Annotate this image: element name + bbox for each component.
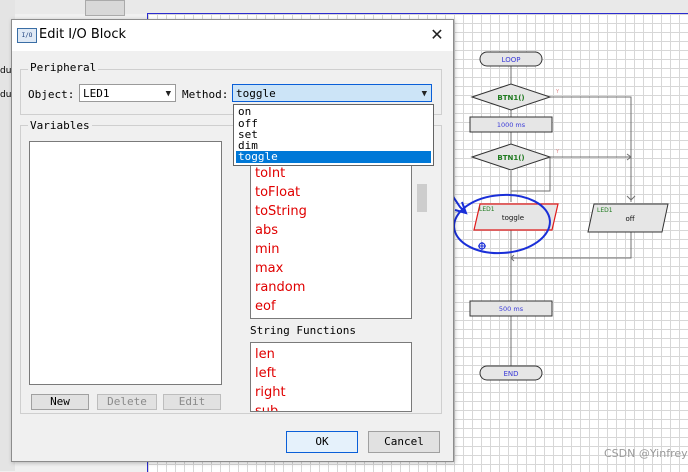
ok-button[interactable]: OK (286, 431, 358, 453)
combo-arrow-icon: ▼ (421, 89, 427, 99)
string-functions-list[interactable]: len left right sub (250, 342, 412, 412)
variables-list[interactable] (29, 141, 222, 385)
io-led1-off-device: LED1 (597, 207, 613, 214)
string-function-item[interactable]: sub (255, 404, 278, 411)
object-select-value: LED1 (83, 87, 110, 100)
decision-btn1-a-label: BTN1() (497, 94, 524, 102)
combo-arrow-icon: ▼ (165, 89, 171, 99)
cancel-button[interactable]: Cancel (368, 431, 440, 453)
method-dropdown-list[interactable]: on off set dim toggle (233, 104, 434, 166)
method-option-selected[interactable]: toggle (236, 151, 431, 163)
dialog-title: Edit I/O Block (39, 27, 127, 42)
string-function-item[interactable]: len (255, 347, 275, 362)
edit-io-dialog: I/O Edit I/O Block ✕ Peripheral Object: … (11, 19, 454, 462)
dialog-app-icon: I/O (17, 28, 37, 43)
background-tab[interactable] (85, 0, 125, 16)
method-select[interactable]: toggle ▼ (232, 84, 432, 102)
function-item[interactable]: eof (255, 299, 276, 314)
title-bar[interactable]: I/O Edit I/O Block ✕ (12, 20, 453, 51)
delay-500-label: 500 ms (499, 305, 524, 313)
peripheral-group-title: Peripheral (28, 61, 99, 74)
loop-label: LOOP (502, 56, 521, 64)
function-item[interactable]: min (255, 242, 280, 257)
io-led1-toggle-action: toggle (502, 214, 524, 222)
connector-if1-no (550, 96, 632, 202)
connector-cross-icon (478, 242, 486, 250)
method-option[interactable]: on (236, 106, 431, 118)
string-function-item[interactable]: right (255, 385, 286, 400)
object-label: Object: (28, 88, 75, 101)
left-strip-text-1: du (0, 66, 12, 76)
close-icon[interactable]: ✕ (424, 23, 450, 47)
function-item[interactable]: toInt (255, 166, 285, 181)
left-strip-text-2: du (0, 90, 12, 100)
string-functions-label: String Functions (250, 324, 356, 337)
connector-merge (511, 231, 632, 259)
string-function-item[interactable]: left (255, 366, 276, 381)
io-led1-off-action: off (625, 215, 634, 223)
functions-scrollbar-thumb[interactable] (417, 184, 427, 212)
yes-mark-1: Y (555, 89, 560, 95)
new-button[interactable]: New (31, 394, 89, 410)
decision-btn1-b-label: BTN1() (497, 154, 524, 162)
io-led1-toggle-device: LED1 (479, 206, 495, 213)
function-item[interactable]: max (255, 261, 283, 276)
delay-1000-label: 1000 ms (497, 121, 526, 129)
function-item[interactable]: toFloat (255, 185, 300, 200)
watermark: CSDN @Yinfrey (604, 447, 688, 460)
object-select[interactable]: LED1 ▼ (79, 84, 176, 102)
edit-button[interactable]: Edit (163, 394, 221, 410)
delete-button[interactable]: Delete (97, 394, 157, 410)
function-item[interactable]: toString (255, 204, 307, 219)
function-item[interactable]: random (255, 280, 305, 295)
function-item[interactable]: abs (255, 223, 278, 238)
method-label: Method: (182, 88, 229, 101)
functions-list[interactable]: toInt toFloat toString abs min max rando… (250, 150, 412, 319)
method-select-value: toggle (236, 87, 276, 100)
functions-scrollbar[interactable] (415, 150, 429, 410)
end-label: END (503, 370, 518, 378)
variables-group-title: Variables (28, 119, 92, 132)
yes-mark-2: Y (555, 149, 560, 155)
